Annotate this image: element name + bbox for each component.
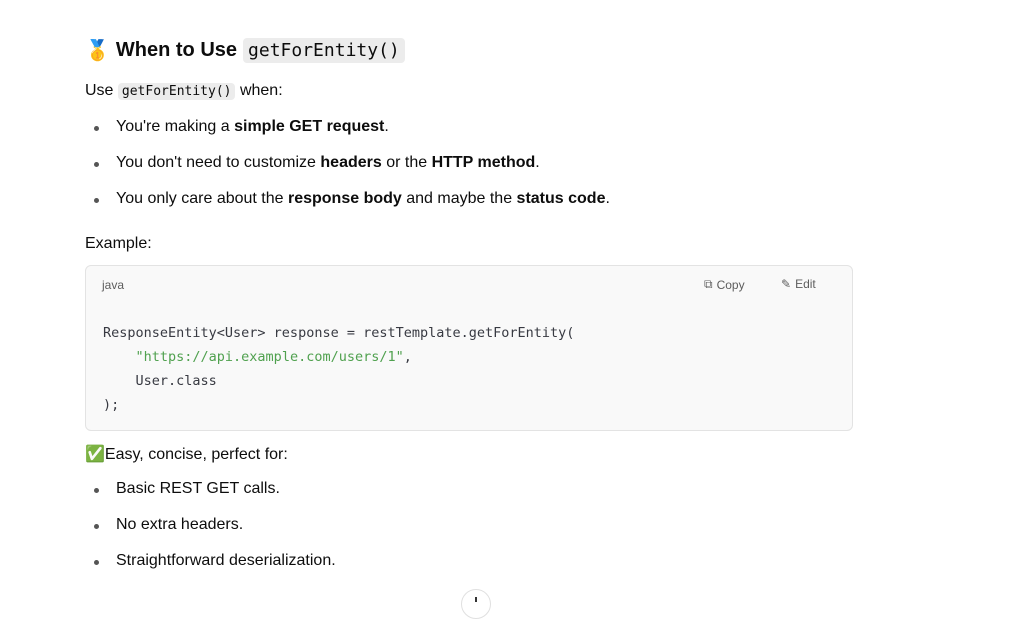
heading-code: getForEntity() (243, 38, 405, 63)
code-language: java (102, 278, 125, 292)
code-content: ResponseEntity<User> response = restTemp… (103, 325, 575, 413)
summary-paragraph: ✅Easy, concise, perfect for: (85, 446, 288, 463)
intro-post: when: (239, 82, 283, 99)
copy-button[interactable]: ⧉ Copy (704, 277, 745, 292)
intro-paragraph: Use getForEntity() when: (85, 82, 283, 100)
code-block: java ⧉ Copy ✎ Edit ResponseEntity<User> re… (85, 265, 853, 431)
list-item: You don't need to customize headers or t… (85, 154, 540, 172)
list-item: No extra headers. (85, 516, 243, 534)
example-label: Example: (85, 235, 152, 252)
section-heading: 🥇 When to Use getForEntity() (85, 38, 405, 63)
arrow-down-icon (475, 597, 477, 602)
list-item: Straightforward deserialization. (85, 552, 336, 570)
list-item: Basic REST GET calls. (85, 480, 280, 498)
check-icon: ✅ (85, 446, 105, 463)
list-item: You only care about the response body an… (85, 190, 610, 208)
heading-text: When to Use (115, 39, 238, 61)
edit-button[interactable]: ✎ Edit (781, 277, 816, 291)
copy-icon: ⧉ (704, 277, 713, 291)
pencil-icon: ✎ (781, 277, 792, 291)
medal-icon: 🥇 (85, 40, 110, 62)
intro-code: getForEntity() (117, 83, 236, 100)
scroll-down-button[interactable] (461, 589, 491, 619)
intro-pre: Use (85, 82, 114, 99)
list-item: You're making a simple GET request. (85, 118, 389, 136)
